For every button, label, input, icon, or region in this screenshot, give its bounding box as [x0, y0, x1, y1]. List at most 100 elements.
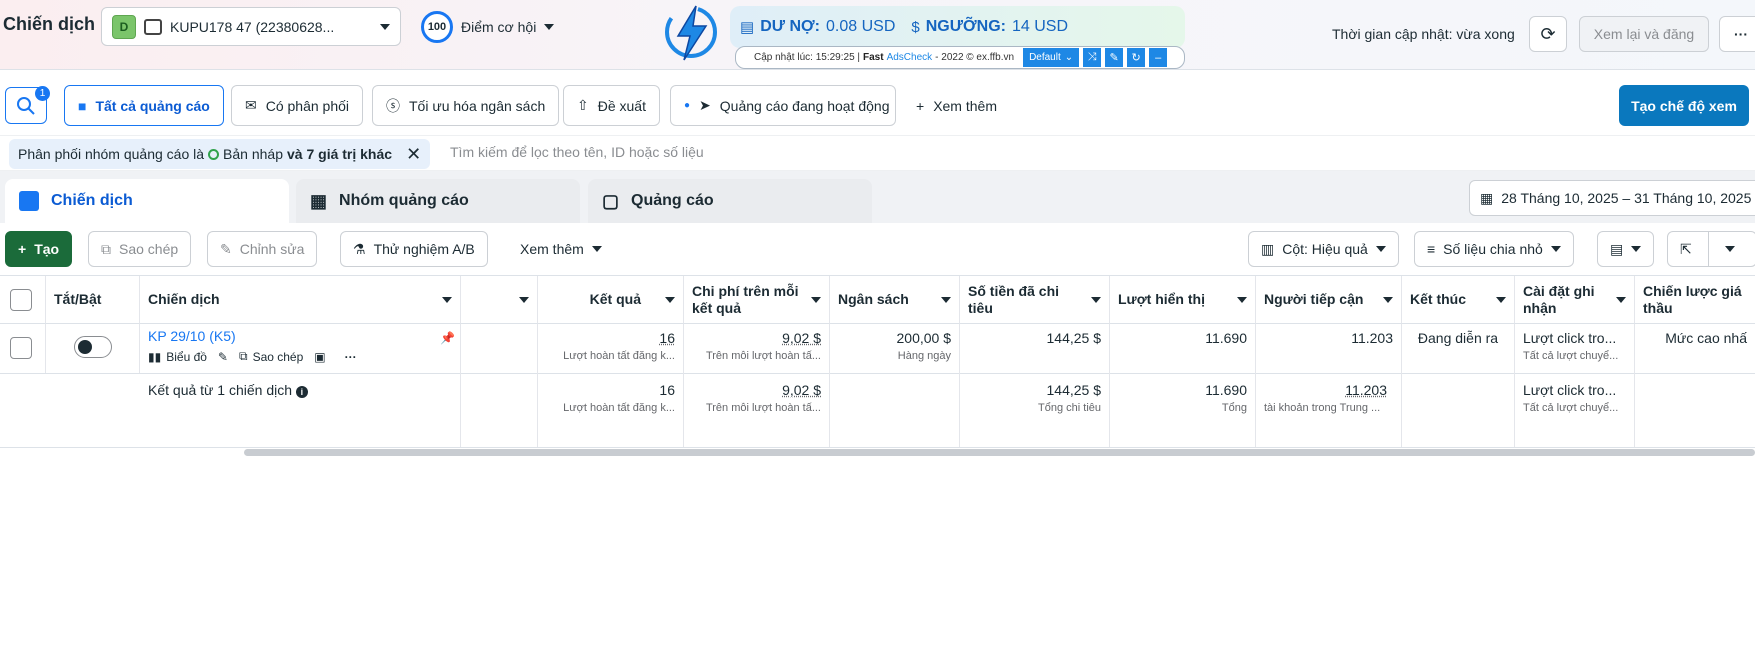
button-label: Thử nghiệm A/B [374, 241, 475, 257]
edit-icon[interactable]: ✎ [1105, 48, 1123, 67]
header-label: Lượt hiển thị [1118, 291, 1205, 308]
summary-reach-sub: tài khoản trong Trung ... [1264, 402, 1393, 414]
export-button[interactable]: ⇱ [1667, 231, 1755, 267]
header-hidden-column[interactable] [461, 276, 538, 324]
chevron-down-icon [442, 297, 452, 303]
campaign-toggle[interactable] [74, 336, 112, 358]
header-budget[interactable]: Ngân sách [830, 276, 960, 324]
tab-budget-optimization[interactable]: ⓢ Tối ưu hóa ngân sách [372, 85, 559, 126]
minimize-icon[interactable]: – [1149, 48, 1167, 67]
chevron-down-icon [1551, 246, 1561, 252]
tab-label: Xem thêm [933, 98, 997, 114]
see-more-tabs[interactable]: + Xem thêm [903, 85, 1010, 126]
calendar-icon: ▦ [1480, 190, 1493, 207]
duplicate-button[interactable]: ⧉ Sao chép [88, 231, 191, 267]
ends-cell: Đang diễn ra [1402, 324, 1515, 373]
hidden-column-cell [461, 324, 538, 373]
date-range-picker[interactable]: ▦ 28 Tháng 10, 2025 – 31 Tháng 10, 2025 [1469, 180, 1755, 216]
reach-cell: 11.203 [1256, 324, 1402, 373]
preset-select[interactable]: Default ⌄ [1023, 48, 1079, 67]
pencil-icon[interactable]: ✎ [218, 350, 228, 364]
header-toggle[interactable]: Tắt/Bật [46, 276, 140, 324]
summary-label: Kết quả từ 1 chiến dịch [148, 382, 292, 398]
info-icon[interactable]: i [296, 386, 308, 398]
header-bid-strategy[interactable]: Chiến lược giá thầu [1635, 276, 1755, 324]
select-all-checkbox[interactable] [10, 289, 32, 311]
close-icon[interactable]: ✕ [406, 144, 421, 165]
copyright-label: - 2022 © ex.ffb.vn [935, 52, 1014, 63]
chip-more: và 7 giá trị khác [287, 146, 392, 162]
more-options-button[interactable]: ··· [1719, 16, 1755, 52]
tab-suggestions[interactable]: ⇧ Đề xuất [563, 85, 660, 126]
header-amount-spent[interactable]: Số tiền đã chi tiêu [960, 276, 1110, 324]
account-selector[interactable]: D KUPU178 47 (22380628... [101, 7, 401, 46]
threshold-value: 14 USD [1012, 18, 1068, 36]
debt-label: DƯ NỢ: [760, 18, 820, 36]
row-toggle-cell [46, 324, 140, 373]
campaign-table: Tắt/Bật Chiến dịch Kết quả Chi phí trên … [0, 275, 1755, 447]
tab-active-ads[interactable]: ● ➤ Quảng cáo đang hoạt động [670, 85, 896, 126]
header-results[interactable]: Kết quả [538, 276, 684, 324]
header-label: Người tiếp cận [1264, 291, 1363, 308]
header-reach[interactable]: Người tiếp cận [1256, 276, 1402, 324]
copy-icon: ⧉ [239, 349, 248, 364]
edit-button[interactable]: ✎ Chỉnh sửa [207, 231, 317, 267]
pin-icon[interactable]: 📌 [440, 331, 455, 345]
header-campaign[interactable]: Chiến dịch [140, 276, 461, 324]
header-cost-per-result[interactable]: Chi phí trên mỗi kết quả [684, 276, 830, 324]
refresh-icon[interactable]: ↻ [1127, 48, 1145, 67]
tab-all-ads[interactable]: ■ Tất cả quảng cáo [64, 85, 224, 126]
tab-campaigns[interactable]: Chiến dịch [5, 179, 289, 223]
chart-link[interactable]: Biểu đồ [166, 350, 207, 364]
account-badge: D [112, 15, 136, 39]
breakdown-icon: ≡ [1427, 241, 1435, 257]
tab-label: Tối ưu hóa ngân sách [409, 98, 545, 114]
breakdown-button[interactable]: ≡ Số liệu chia nhỏ [1414, 231, 1574, 267]
budget-cell[interactable]: 200,00 $ Hàng ngày [830, 324, 960, 373]
opportunity-score[interactable]: 100 Điểm cơ hội [421, 11, 554, 43]
cost-cell: 9,02 $ Trên mỗi lượt hoàn tấ... [684, 324, 830, 373]
ab-test-button[interactable]: ⚗ Thử nghiệm A/B [340, 231, 488, 267]
create-view-button[interactable]: Tạo chế độ xem [1619, 85, 1749, 126]
duplicate-link[interactable]: Sao chép [253, 350, 304, 364]
threshold-label: NGƯỠNG: [926, 18, 1006, 36]
header-attribution[interactable]: Cài đặt ghi nhận [1515, 276, 1635, 324]
create-button[interactable]: + Tạo [5, 231, 72, 267]
cost-sub: Trên mỗi lượt hoàn tấ... [692, 350, 821, 362]
budget-sub: Hàng ngày [838, 350, 951, 362]
summary-results-sub: Lượt hoàn tất đăng k... [546, 402, 675, 414]
columns-icon: ▥ [1261, 241, 1274, 258]
summary-impressions-sub: Tổng [1118, 402, 1247, 414]
header-ends[interactable]: Kết thúc [1402, 276, 1515, 324]
review-publish-button[interactable]: Xem lại và đăng [1579, 16, 1709, 52]
horizontal-scrollbar[interactable] [244, 449, 1755, 456]
search-icon [16, 96, 36, 116]
update-time-text: Thời gian cập nhật: vừa xong [1332, 26, 1515, 42]
tab-delivering[interactable]: ✉ Có phân phối [231, 85, 363, 126]
tab-ads[interactable]: ▢ Quảng cáo [588, 179, 872, 223]
refresh-button[interactable]: ⟳ [1529, 16, 1567, 52]
chevron-down-icon [1631, 246, 1641, 252]
more-icon[interactable]: ··· [345, 350, 357, 364]
filter-search-input[interactable]: Tìm kiếm để lọc theo tên, ID hoặc số liệ… [450, 144, 704, 160]
reports-button[interactable]: ▤ [1597, 231, 1654, 267]
chevron-down-icon [811, 297, 821, 303]
header-impressions[interactable]: Lượt hiển thị [1110, 276, 1256, 324]
shuffle-icon[interactable]: ⤨ [1083, 48, 1101, 67]
image-icon[interactable]: ▣ [314, 350, 325, 364]
export-icon: ⇱ [1680, 241, 1692, 258]
columns-button[interactable]: ▥ Cột: Hiệu quả [1248, 231, 1399, 267]
chip-prefix: Phân phối nhóm quảng cáo là [18, 146, 204, 162]
campaign-row-actions: ▮▮ Biểu đồ ✎ ⧉ Sao chép ▣ ··· [148, 349, 452, 364]
level-tabs: Chiến dịch ▦ Nhóm quảng cáo ▢ Quảng cáo … [0, 171, 1755, 223]
chevron-down-icon [1725, 246, 1735, 252]
summary-hidden-cell [461, 373, 538, 448]
chevron-down-icon [380, 24, 390, 30]
tab-adsets[interactable]: ▦ Nhóm quảng cáo [296, 179, 580, 223]
grid-icon: ▦ [310, 191, 327, 212]
campaign-name-link[interactable]: KP 29/10 (K5) [148, 328, 452, 344]
row-checkbox[interactable] [10, 337, 32, 359]
campaign-icon [19, 191, 39, 211]
see-more-button[interactable]: Xem thêm [508, 231, 614, 267]
filter-chip[interactable]: Phân phối nhóm quảng cáo là Bản nháp và … [9, 139, 430, 169]
